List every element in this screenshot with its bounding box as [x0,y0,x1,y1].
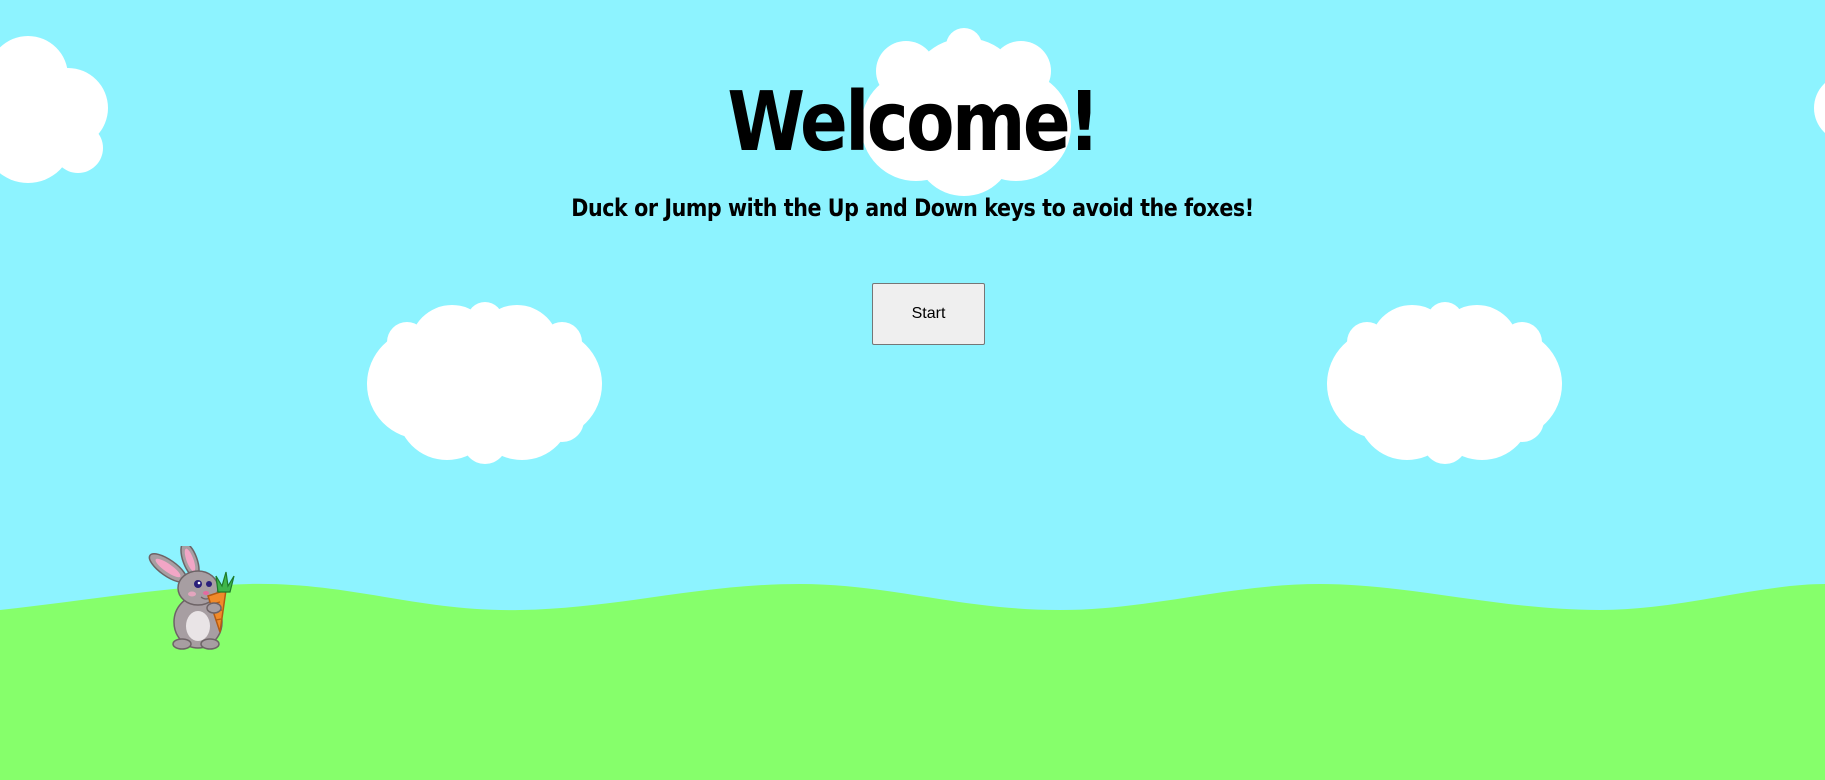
instructions-text: Duck or Jump with the Up and Down keys t… [571,194,1254,222]
cloud [0,28,122,194]
page-title: Welcome! [727,75,1100,170]
cloud [367,302,603,468]
cloud [1808,58,1825,158]
start-button[interactable]: Start [872,283,985,345]
game-scene: Welcome! Duck or Jump with the Up and Do… [0,0,1825,780]
bunny-player-icon [148,546,235,650]
cloud [1327,302,1563,468]
grass-ground [0,583,1825,780]
